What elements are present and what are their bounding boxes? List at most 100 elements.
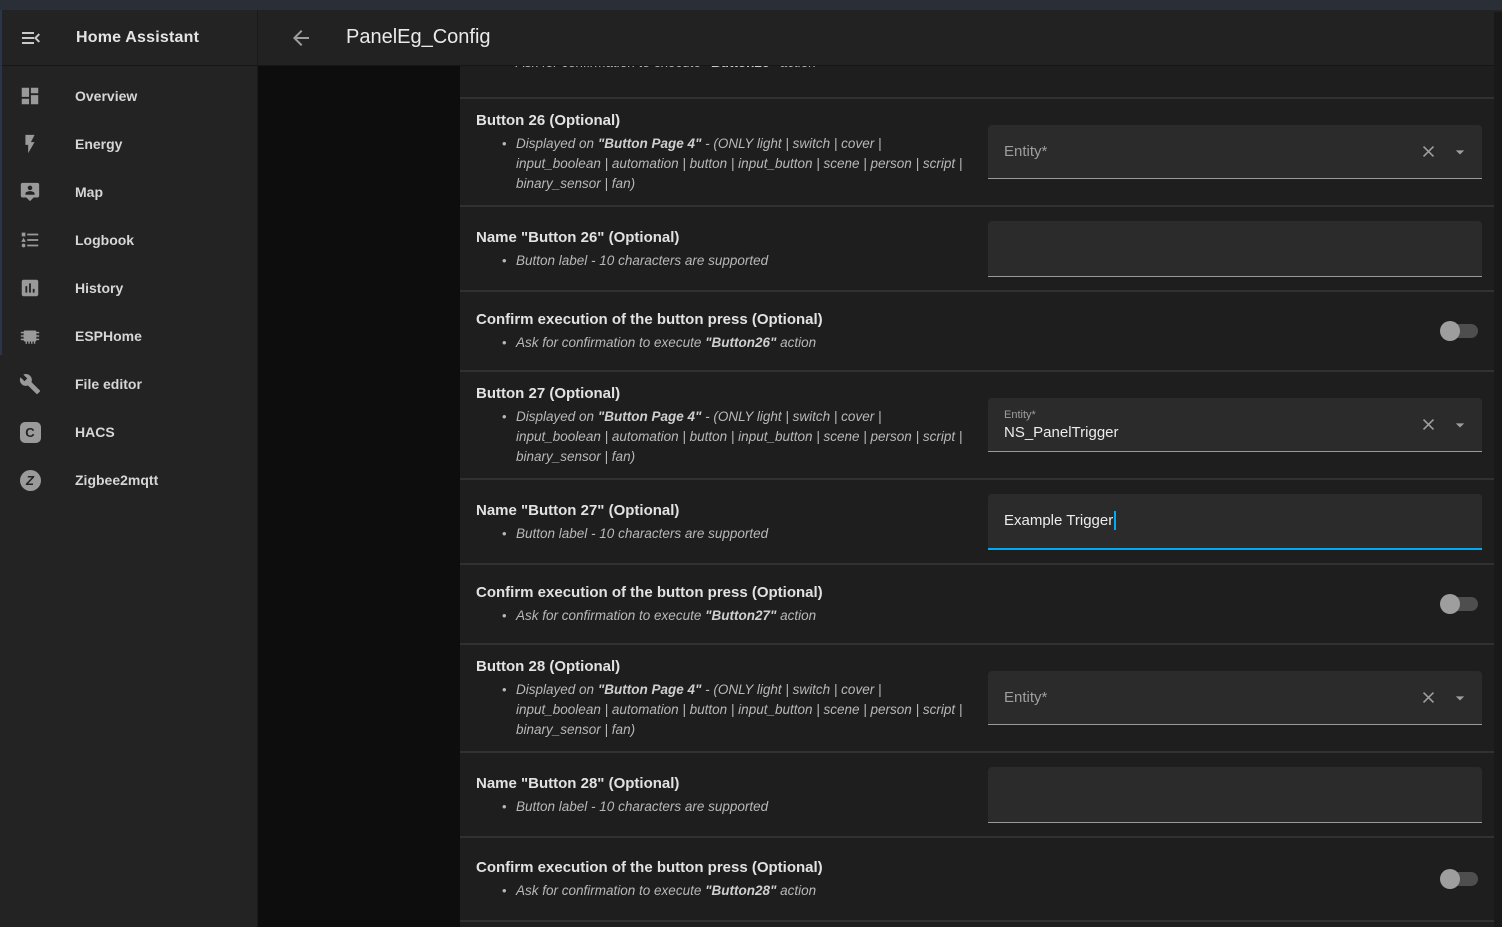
app-title: Home Assistant (76, 29, 199, 47)
section-texts: Name "Button 28" (Optional) • Button lab… (460, 773, 972, 817)
app-root: Home Assistant Overview Energy Map (0, 10, 1502, 927)
section-heading: Button 26 (Optional) (476, 110, 972, 131)
section-bullet: • Displayed on "Button Page 4" - (ONLY l… (476, 407, 972, 467)
section-name-button-28: Name "Button 28" (Optional) • Button lab… (460, 751, 1494, 836)
text-cursor (1114, 511, 1116, 530)
section-texts: Button 28 (Optional) • Displayed on "But… (460, 656, 972, 740)
section-button-27: Button 27 (Optional) • Displayed on "But… (460, 370, 1494, 478)
main-header: PanelEg_Config (258, 10, 1502, 66)
sidebar-item-overview[interactable]: Overview (0, 72, 257, 120)
entity-select-value: NS_PanelTrigger (1004, 424, 1119, 441)
name-input-value: Example Trigger (1004, 512, 1113, 529)
sidebar: Home Assistant Overview Energy Map (0, 10, 258, 927)
section-bullet: • Button label - 10 characters are suppo… (476, 797, 972, 817)
name-input-button27[interactable]: Example Trigger (988, 494, 1482, 550)
config-card: Ask for confirmation to execute "Button2… (460, 66, 1494, 927)
config-content: Ask for confirmation to execute "Button2… (258, 66, 1502, 927)
name-input-button28[interactable] (988, 767, 1482, 823)
format-list-bulleted-icon (18, 228, 42, 252)
section-confirm-button-28: Confirm execution of the button press (O… (460, 836, 1494, 922)
flash-icon (18, 132, 42, 156)
menu-open-icon[interactable] (18, 25, 44, 51)
sidebar-item-zigbee2mqtt[interactable]: Z Zigbee2mqtt (0, 456, 257, 504)
chevron-down-icon[interactable] (1450, 142, 1470, 162)
entity-select-label: Entity* (1004, 409, 1036, 421)
section-heading: Confirm execution of the button press (O… (476, 309, 1440, 330)
sidebar-item-esphome[interactable]: ESPHome (0, 312, 257, 360)
window-top-strip (0, 0, 1502, 10)
section-button-26: Button 26 (Optional) • Displayed on "But… (460, 97, 1494, 205)
sidebar-item-label: History (75, 280, 123, 296)
sidebar-item-energy[interactable]: Energy (0, 120, 257, 168)
toggle-column (1440, 321, 1478, 341)
section-texts: Name "Button 27" (Optional) • Button lab… (460, 500, 972, 544)
section-texts: Confirm execution of the button press (O… (460, 582, 1440, 626)
section-bullet: • Ask for confirmation to execute "Butto… (476, 333, 1440, 353)
sidebar-item-label: Zigbee2mqtt (75, 472, 158, 488)
field-column (988, 221, 1482, 277)
sidebar-item-map[interactable]: Map (0, 168, 257, 216)
section-bullet: • Button label - 10 characters are suppo… (476, 524, 972, 544)
chevron-down-icon[interactable] (1450, 415, 1470, 435)
main-area: PanelEg_Config Ask for confirmation to e… (258, 10, 1502, 927)
section-confirm-button-27: Confirm execution of the button press (O… (460, 563, 1494, 643)
section-bullet: • Button label - 10 characters are suppo… (476, 251, 972, 271)
field-column: Example Trigger (988, 494, 1482, 550)
sidebar-item-label: Overview (75, 88, 137, 104)
tooltip-account-icon (18, 180, 42, 204)
confirm-toggle-button28[interactable] (1440, 869, 1478, 889)
hacs-c-icon: C (18, 420, 42, 444)
sidebar-item-label: Map (75, 184, 103, 200)
chip-icon (18, 324, 42, 348)
sidebar-header: Home Assistant (0, 10, 257, 66)
confirm-toggle-button26[interactable] (1440, 321, 1478, 341)
section-heading: Name "Button 27" (Optional) (476, 500, 972, 521)
section-heading: Confirm execution of the button press (O… (476, 857, 1440, 878)
entity-select-button26[interactable]: Entity* (988, 125, 1482, 179)
arrow-left-icon[interactable] (288, 25, 314, 51)
toggle-column (1440, 869, 1478, 889)
section-heading: Name "Button 28" (Optional) (476, 773, 972, 794)
page-title: PanelEg_Config (346, 26, 491, 49)
section-name-button-26: Name "Button 26" (Optional) • Button lab… (460, 205, 1494, 290)
sidebar-item-label: ESPHome (75, 328, 142, 344)
section-texts: Button 26 (Optional) • Displayed on "But… (460, 110, 972, 194)
chevron-down-icon[interactable] (1450, 688, 1470, 708)
sidebar-item-label: File editor (75, 376, 142, 392)
clear-icon[interactable] (1419, 415, 1438, 434)
section-confirm-button-26: Confirm execution of the button press (O… (460, 290, 1494, 370)
field-column: Entity* (988, 125, 1482, 179)
vertical-scrollbar[interactable] (1494, 12, 1502, 927)
sidebar-item-logbook[interactable]: Logbook (0, 216, 257, 264)
view-dashboard-icon (18, 84, 42, 108)
section-heading: Button 28 (Optional) (476, 656, 972, 677)
section-texts: Name "Button 26" (Optional) • Button lab… (460, 227, 972, 271)
clear-icon[interactable] (1419, 142, 1438, 161)
confirm-toggle-button27[interactable] (1440, 594, 1478, 614)
sidebar-item-label: Energy (75, 136, 122, 152)
section-texts: Button 27 (Optional) • Displayed on "But… (460, 383, 972, 467)
section-bullet: • Displayed on "Button Page 4" - (ONLY l… (476, 134, 972, 194)
entity-select-button28[interactable]: Entity* (988, 671, 1482, 725)
section-bullet: • Ask for confirmation to execute "Butto… (476, 881, 1440, 901)
section-button-28: Button 28 (Optional) • Displayed on "But… (460, 643, 1494, 751)
entity-select-label: Entity* (1004, 689, 1047, 706)
sidebar-nav: Overview Energy Map Logbook (0, 66, 257, 504)
clipped-bullet-text: Ask for confirmation to execute "Button2… (516, 66, 816, 73)
entity-select-label: Entity* (1004, 143, 1047, 160)
name-input-button26[interactable] (988, 221, 1482, 277)
sidebar-item-history[interactable]: History (0, 264, 257, 312)
section-bullet: • Ask for confirmation to execute "Butto… (476, 606, 1440, 626)
field-column (988, 767, 1482, 823)
field-column: Entity* NS_PanelTrigger (988, 398, 1482, 452)
sidebar-item-file-editor[interactable]: File editor (0, 360, 257, 408)
toggle-column (1440, 594, 1478, 614)
entity-select-button27[interactable]: Entity* NS_PanelTrigger (988, 398, 1482, 452)
field-column: Entity* (988, 671, 1482, 725)
sidebar-item-hacs[interactable]: C HACS (0, 408, 257, 456)
sidebar-item-label: HACS (75, 424, 115, 440)
section-heading: Button 27 (Optional) (476, 383, 972, 404)
section-texts: Confirm execution of the button press (O… (460, 309, 1440, 353)
clear-icon[interactable] (1419, 688, 1438, 707)
section-name-button-27: Name "Button 27" (Optional) • Button lab… (460, 478, 1494, 563)
